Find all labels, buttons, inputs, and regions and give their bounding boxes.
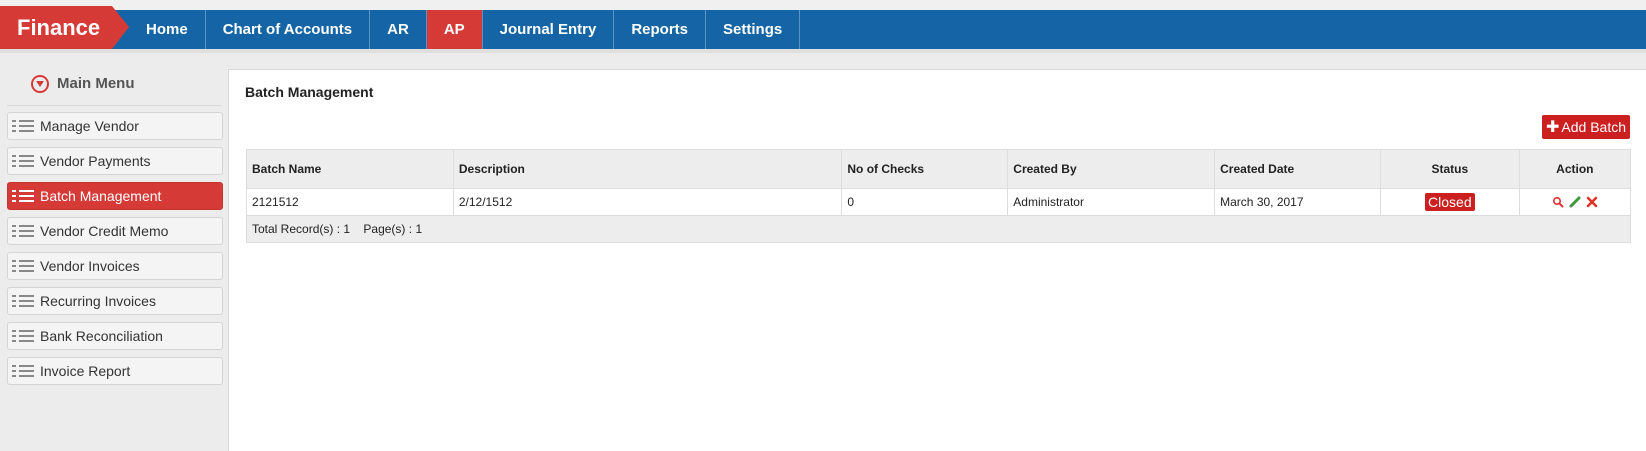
nav-ap[interactable]: AP <box>426 10 483 49</box>
sidebar-item-vendor-payments[interactable]: Vendor Payments <box>7 147 223 175</box>
header-no-of-checks[interactable]: No of Checks <box>841 149 1009 189</box>
nav-chart-of-accounts[interactable]: Chart of Accounts <box>206 10 371 49</box>
table-row: 2121512 2/12/1512 0 Administrator March … <box>246 188 1632 216</box>
table-header-row: Batch Name Description No of Checks Crea… <box>246 149 1632 189</box>
add-batch-button[interactable]: ✚ Add Batch <box>1542 115 1630 139</box>
nav-reports[interactable]: Reports <box>614 10 707 49</box>
sidebar: Main Menu Manage Vendor Vendor Payments … <box>0 62 228 451</box>
chevron-down-icon <box>31 74 49 93</box>
sidebar-item-recurring-invoices[interactable]: Recurring Invoices <box>7 287 223 315</box>
add-batch-label: Add Batch <box>1561 119 1626 135</box>
main-menu-header[interactable]: Main Menu <box>7 62 221 106</box>
list-icon <box>12 329 34 343</box>
list-icon <box>12 119 34 133</box>
top-navbar: Finance Home Chart of Accounts AR AP Jou… <box>0 6 1646 53</box>
nav-menu: Home Chart of Accounts AR AP Journal Ent… <box>129 10 801 49</box>
total-records-value: 1 <box>343 222 351 236</box>
sidebar-item-label: Manage Vendor <box>40 118 139 134</box>
delete-icon[interactable] <box>1586 196 1598 208</box>
pages-label: Page(s) : <box>363 222 413 236</box>
batch-table: Batch Name Description No of Checks Crea… <box>246 149 1632 243</box>
top-strip <box>0 0 1646 10</box>
plus-icon: ✚ <box>1545 119 1560 136</box>
sidebar-item-manage-vendor[interactable]: Manage Vendor <box>7 112 223 140</box>
list-icon <box>12 259 34 273</box>
brand-logo[interactable]: Finance <box>0 6 129 49</box>
main-menu-title: Main Menu <box>57 75 135 92</box>
table-footer: Total Record(s) : 1 Page(s) : 1 <box>246 215 1631 243</box>
cell-created-by: Administrator <box>1007 188 1216 216</box>
edit-pencil-icon[interactable] <box>1569 196 1581 208</box>
sidebar-item-label: Vendor Payments <box>40 153 151 169</box>
sidebar-item-label: Batch Management <box>40 188 162 204</box>
header-batch-name[interactable]: Batch Name <box>246 149 454 189</box>
header-created-date[interactable]: Created Date <box>1214 149 1382 189</box>
list-icon <box>12 294 34 308</box>
header-action: Action <box>1518 149 1632 189</box>
pages-value: 1 <box>415 222 423 236</box>
nav-journal-entry[interactable]: Journal Entry <box>483 10 615 49</box>
cell-created-date: March 30, 2017 <box>1214 188 1382 216</box>
header-status: Status <box>1380 149 1520 189</box>
sidebar-item-label: Vendor Invoices <box>40 258 140 274</box>
sidebar-item-invoice-report[interactable]: Invoice Report <box>7 357 223 385</box>
navbar-underline <box>0 49 1646 53</box>
sidebar-item-label: Recurring Invoices <box>40 293 156 309</box>
header-description[interactable]: Description <box>452 149 843 189</box>
cell-no-of-checks: 0 <box>841 188 1009 216</box>
search-icon[interactable] <box>1552 196 1564 208</box>
sidebar-item-label: Vendor Credit Memo <box>40 223 169 239</box>
page-title: Batch Management <box>245 84 374 100</box>
main-content: Batch Management ✚ Add Batch Batch Name … <box>228 69 1646 451</box>
cell-status: Closed <box>1380 188 1520 216</box>
sidebar-item-batch-management[interactable]: Batch Management <box>7 182 223 210</box>
sidebar-menu: Manage Vendor Vendor Payments Batch Mana… <box>0 112 228 385</box>
sidebar-item-vendor-credit-memo[interactable]: Vendor Credit Memo <box>7 217 223 245</box>
nav-ar[interactable]: AR <box>370 10 427 49</box>
cell-batch-name: 2121512 <box>246 188 454 216</box>
list-icon <box>12 224 34 238</box>
total-records-label: Total Record(s) : <box>252 222 341 236</box>
table-footer-row: Total Record(s) : 1 Page(s) : 1 <box>246 215 1631 243</box>
cell-description: 2/12/1512 <box>452 188 843 216</box>
sidebar-item-label: Invoice Report <box>40 363 131 379</box>
list-icon <box>12 189 34 203</box>
list-icon <box>12 364 34 378</box>
nav-home[interactable]: Home <box>129 10 206 49</box>
row-actions <box>1520 196 1630 208</box>
nav-settings[interactable]: Settings <box>706 10 801 49</box>
cell-action <box>1518 188 1632 216</box>
sidebar-item-vendor-invoices[interactable]: Vendor Invoices <box>7 252 223 280</box>
sidebar-item-label: Bank Reconciliation <box>40 328 163 344</box>
sidebar-item-bank-reconciliation[interactable]: Bank Reconciliation <box>7 322 223 350</box>
status-badge: Closed <box>1425 193 1475 211</box>
header-created-by[interactable]: Created By <box>1007 149 1216 189</box>
list-icon <box>12 154 34 168</box>
